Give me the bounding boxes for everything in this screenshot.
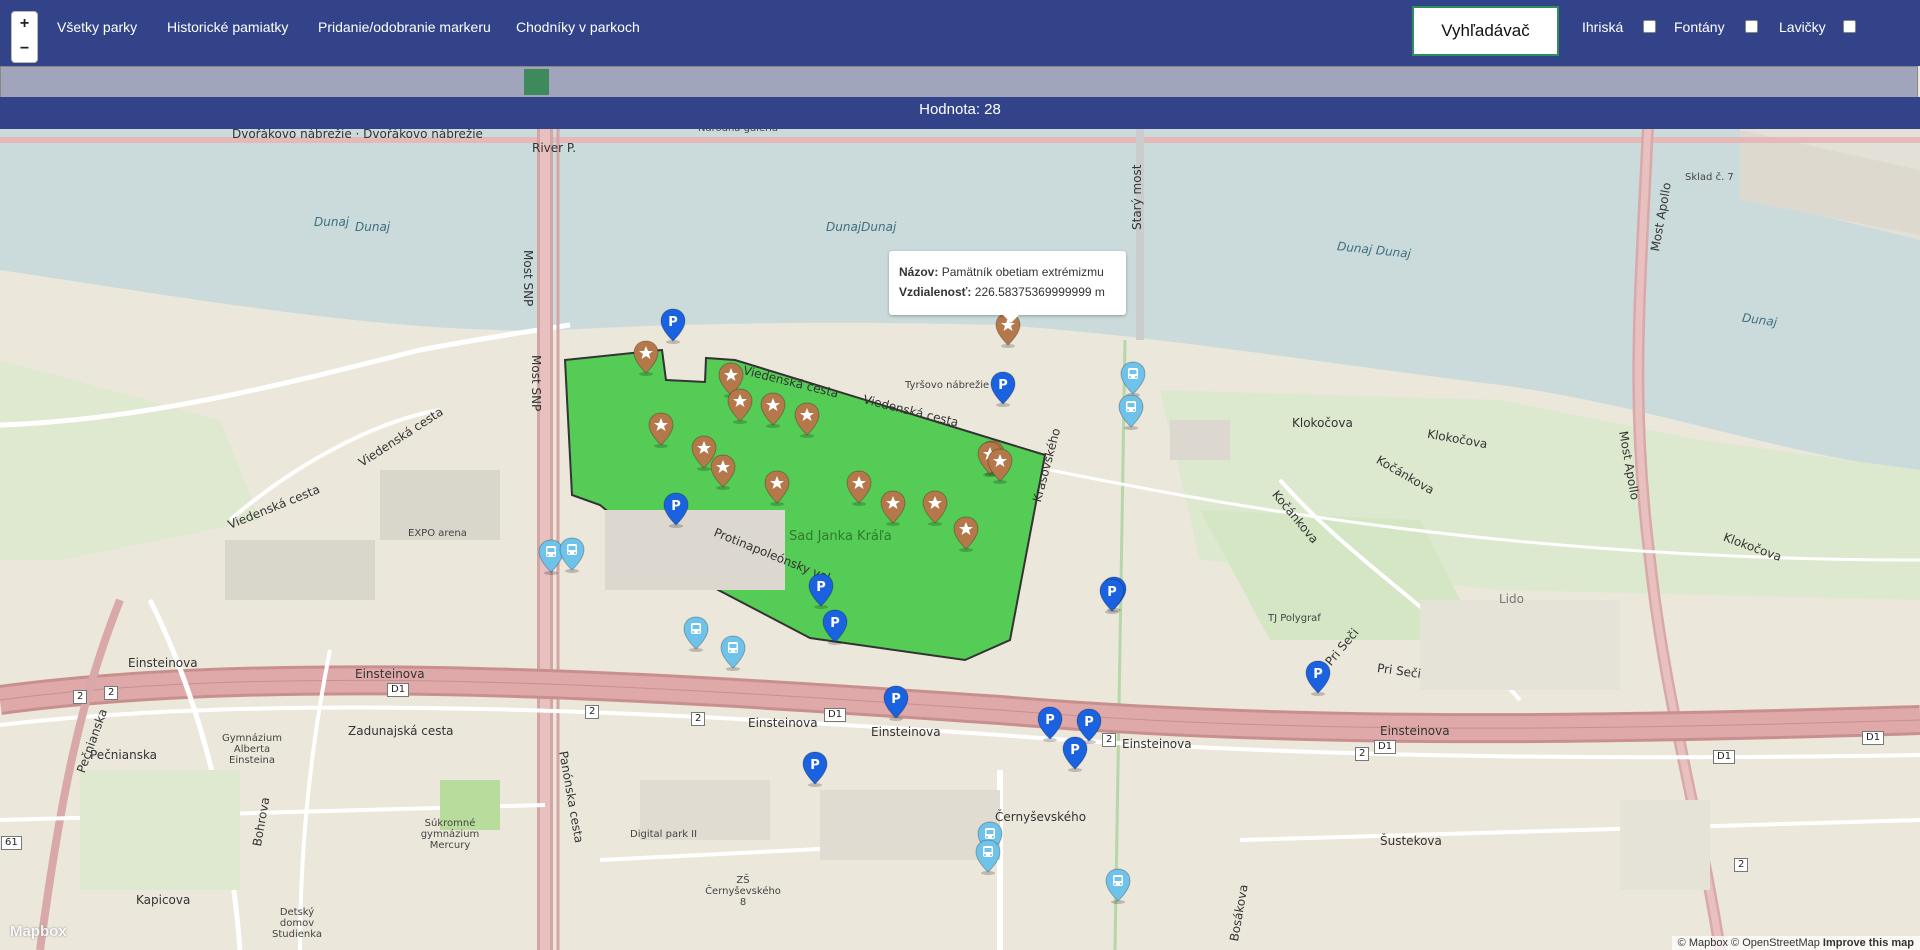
nav-historic-monuments[interactable]: Historické pamiatky — [167, 19, 288, 35]
monument-marker[interactable] — [987, 448, 1013, 484]
nav-park-paths[interactable]: Chodníky v parkoch — [516, 19, 640, 35]
road-shield: D1 — [1713, 750, 1736, 764]
svg-text:P: P — [668, 315, 678, 330]
monument-marker[interactable] — [922, 490, 948, 526]
map-basemap — [0, 0, 1920, 950]
monument-marker[interactable] — [953, 516, 979, 552]
filter-checkbox-playgrounds[interactable] — [1643, 20, 1656, 33]
slider-thumb[interactable] — [524, 69, 549, 95]
svg-text:P: P — [816, 580, 826, 595]
parking-marker[interactable]: P — [822, 609, 848, 645]
parking-marker[interactable]: P — [883, 685, 909, 721]
transit-marker[interactable] — [683, 616, 709, 652]
road-shield: 2 — [691, 712, 706, 726]
parking-marker[interactable]: P — [808, 573, 834, 609]
transit-marker[interactable] — [1120, 361, 1146, 397]
road-shield: D1 — [387, 683, 410, 697]
attribution-mapbox[interactable]: © Mapbox — [1678, 937, 1728, 949]
parking-marker[interactable]: P — [1305, 660, 1331, 696]
zoom-in-button[interactable]: + — [11, 11, 38, 38]
filter-label-fountains: Fontány — [1674, 19, 1725, 35]
attribution: © Mapbox © OpenStreetMap Improve this ma… — [1671, 936, 1920, 950]
svg-text:P: P — [1107, 585, 1117, 600]
transit-marker[interactable] — [559, 537, 585, 573]
monument-marker[interactable] — [760, 392, 786, 428]
parking-marker[interactable]: P — [663, 492, 689, 528]
transit-marker[interactable] — [1118, 394, 1144, 430]
monument-marker[interactable] — [727, 388, 753, 424]
parking-marker[interactable]: P — [1099, 578, 1125, 614]
filter-label-benches: Lavičky — [1779, 19, 1826, 35]
road-shield: 2 — [585, 705, 600, 719]
road-shield: 61 — [1, 836, 22, 850]
parking-marker[interactable]: P — [990, 371, 1016, 407]
road-shield: 2 — [1355, 747, 1370, 761]
slider-value-bar: Hodnota: 28 — [0, 97, 1920, 129]
svg-text:P: P — [1313, 667, 1323, 682]
nav-add-remove-marker[interactable]: Pridanie/odobranie markeru — [318, 19, 491, 35]
popup-distance-row: Vzdialenosť: 226.58375369999999 m — [899, 282, 1116, 302]
parking-marker[interactable]: P — [1037, 706, 1063, 742]
svg-text:P: P — [671, 499, 681, 514]
parking-marker[interactable]: P — [660, 308, 686, 344]
filter-checkbox-benches[interactable] — [1843, 20, 1856, 33]
filter-label-playgrounds: Ihriská — [1582, 19, 1624, 35]
svg-text:P: P — [1070, 743, 1080, 758]
road-shield: D1 — [1862, 731, 1885, 745]
mapbox-logo[interactable]: Mapbox — [10, 923, 67, 940]
road-shield: 2 — [1102, 733, 1117, 747]
parking-marker[interactable]: P — [802, 751, 828, 787]
nav-all-parks[interactable]: Všetky parky — [57, 19, 137, 35]
monument-marker[interactable] — [648, 412, 674, 448]
monument-marker[interactable] — [880, 490, 906, 526]
monument-marker[interactable] — [633, 340, 659, 376]
parking-marker[interactable]: P — [1062, 736, 1088, 772]
svg-text:P: P — [1045, 713, 1055, 728]
top-navbar: + − Všetky parky Historické pamiatky Pri… — [0, 0, 1920, 66]
zoom-out-button[interactable]: − — [11, 37, 38, 63]
popup-name-value: Pamätník obetiam extrémizmu — [941, 265, 1104, 279]
filter-checkbox-fountains[interactable] — [1745, 20, 1758, 33]
popup-distance-label: Vzdialenosť: — [899, 285, 972, 299]
road-shield: 2 — [104, 686, 119, 700]
monument-marker[interactable] — [846, 470, 872, 506]
road-shield: D1 — [824, 708, 847, 722]
search-button[interactable]: Vyhľadávač — [1412, 6, 1559, 56]
road-shield: 2 — [73, 690, 88, 704]
monument-marker[interactable] — [710, 454, 736, 490]
transit-marker[interactable] — [720, 635, 746, 671]
svg-text:P: P — [998, 378, 1008, 393]
transit-marker[interactable] — [1105, 868, 1131, 904]
monument-marker[interactable] — [794, 402, 820, 438]
popup-distance-value: 226.58375369999999 m — [974, 285, 1105, 299]
popup-name-row: Názov: Pamätník obetiam extrémizmu — [899, 262, 1116, 282]
road-shield: 2 — [1734, 858, 1749, 872]
svg-text:P: P — [1084, 715, 1094, 730]
map-canvas[interactable]: Dvořákovo nábrežie · Dvořákovo nábrežie … — [0, 0, 1920, 950]
road-shield: D1 — [1374, 740, 1397, 754]
transit-marker[interactable] — [975, 839, 1001, 875]
improve-map-link[interactable]: Improve this map — [1823, 937, 1914, 949]
svg-text:P: P — [891, 692, 901, 707]
slider-value-text: Hodnota: 28 — [919, 101, 1001, 118]
distance-slider[interactable] — [0, 66, 1918, 98]
svg-text:P: P — [810, 758, 820, 773]
popup-name-label: Názov: — [899, 265, 939, 279]
svg-text:P: P — [830, 616, 840, 631]
monument-marker[interactable] — [764, 470, 790, 506]
marker-popup: Názov: Pamätník obetiam extrémizmu Vzdia… — [889, 251, 1126, 323]
attribution-osm[interactable]: © OpenStreetMap — [1731, 937, 1820, 949]
